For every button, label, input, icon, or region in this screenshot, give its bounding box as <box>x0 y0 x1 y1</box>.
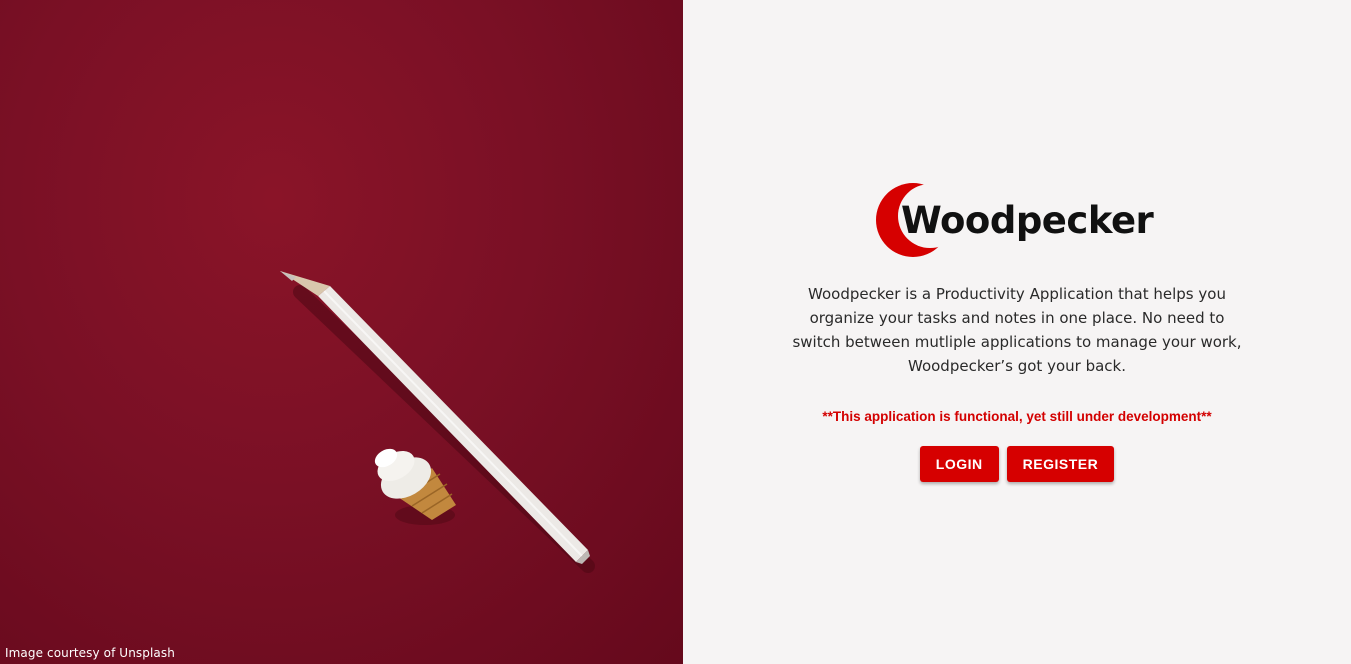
auth-actions: LOGIN REGISTER <box>919 446 1115 482</box>
landing-page: Image courtesy of Unsplash Woodpecker Wo… <box>0 0 1351 664</box>
development-notice: **This application is functional, yet st… <box>822 409 1212 424</box>
login-button[interactable]: LOGIN <box>919 446 999 482</box>
app-description: Woodpecker is a Productivity Application… <box>792 285 1242 375</box>
register-button[interactable]: REGISTER <box>1006 446 1115 482</box>
pencil-and-eraser-illustration <box>280 271 595 573</box>
intro-content: Woodpecker Woodpecker is a Productivity … <box>683 182 1351 482</box>
intro-panel: Woodpecker Woodpecker is a Productivity … <box>683 0 1351 664</box>
brand-logo: Woodpecker <box>875 182 1159 258</box>
brand-name: Woodpecker <box>901 199 1154 242</box>
image-credit: Image courtesy of Unsplash <box>5 646 175 660</box>
hero-photo: Image courtesy of Unsplash <box>0 0 683 664</box>
